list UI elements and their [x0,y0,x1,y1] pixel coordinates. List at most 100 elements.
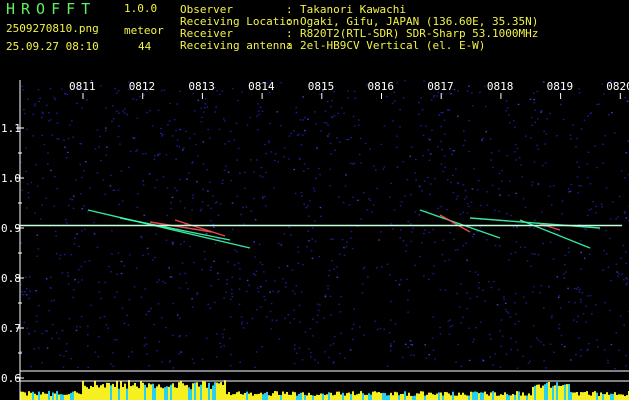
noise-dot [288,135,291,137]
noise-dot [498,288,500,291]
level-bar [552,386,554,400]
noise-dot [258,113,261,116]
noise-dot [43,143,46,146]
noise-dot [466,292,468,294]
noise-dot [371,211,373,213]
noise-dot [162,176,165,178]
noise-dot [115,110,118,112]
noise-dot [423,232,425,235]
noise-dot [414,264,417,266]
noise-dot [579,299,582,301]
noise-dot [534,253,536,255]
noise-dot [488,281,490,283]
level-bar [38,391,40,400]
noise-dot [133,137,136,139]
noise-dot [516,147,519,150]
noise-dot [518,157,521,159]
noise-dot [513,151,516,153]
noise-dot [100,160,102,162]
noise-dot [187,288,189,290]
noise-dot [626,100,629,102]
noise-dot [463,198,466,200]
noise-dot [462,211,465,213]
noise-dot [257,103,259,105]
level-bar [374,391,376,400]
noise-dot [352,196,354,198]
noise-dot [573,319,575,321]
noise-dot [561,213,563,215]
noise-dot [123,322,126,325]
noise-dot [331,238,334,241]
noise-dot [389,274,391,276]
noise-dot [398,283,401,286]
level-bar [392,395,394,400]
noise-dot [286,265,289,267]
noise-dot [510,337,512,339]
noise-dot [567,188,570,190]
noise-dot [328,269,331,272]
noise-dot [490,159,492,161]
noise-dot [20,189,23,191]
level-bar [118,388,120,400]
noise-dot [34,212,36,214]
noise-dot [75,179,77,181]
noise-dot [508,122,511,124]
level-bar [22,391,24,400]
noise-dot [136,149,139,151]
level-bar [276,391,278,400]
noise-dot [251,317,254,320]
noise-dot [472,236,474,238]
noise-dot [34,330,36,332]
noise-dot [539,341,542,343]
noise-dot [293,168,295,171]
noise-dot [244,171,246,173]
level-bar [432,394,434,400]
level-bar [520,395,522,400]
noise-dot [80,266,83,268]
noise-dot [172,302,175,305]
noise-dot [516,349,519,351]
level-bar [414,395,416,400]
noise-dot [112,365,115,368]
level-bar [316,394,318,400]
noise-dot [179,273,181,275]
noise-dot [196,181,198,183]
level-bar [422,391,424,400]
noise-dot [506,311,508,313]
noise-dot [81,107,83,109]
noise-dot [409,340,412,342]
noise-dot [250,159,252,161]
noise-dot [446,109,449,111]
noise-dot [460,322,462,324]
noise-dot [56,138,59,140]
info-row-antenna: Receiving antenna:2el-HB9CV Vertical (el… [180,40,538,52]
noise-dot [201,358,204,360]
noise-dot [312,227,314,229]
level-bar [24,392,26,400]
level-bar [258,393,260,400]
noise-dot [77,281,80,283]
noise-dot [402,161,404,163]
noise-dot [252,273,255,275]
noise-dot [120,260,123,263]
noise-dot [26,128,28,130]
level-bar [150,384,152,400]
noise-dot [625,354,628,357]
noise-dot [505,100,508,102]
noise-dot [56,112,58,114]
noise-dot [200,107,203,109]
noise-dot [225,165,227,167]
noise-dot [135,150,137,152]
noise-dot [350,137,353,139]
level-bar [624,396,626,400]
noise-dot [166,187,169,189]
noise-dot [503,296,505,298]
noise-dot [275,319,278,322]
noise-dot [441,253,444,256]
noise-dot [455,361,457,363]
level-bar [92,387,94,400]
noise-dot [587,295,589,297]
noise-dot [96,246,99,248]
noise-dot [283,156,285,158]
noise-dot [229,365,232,367]
